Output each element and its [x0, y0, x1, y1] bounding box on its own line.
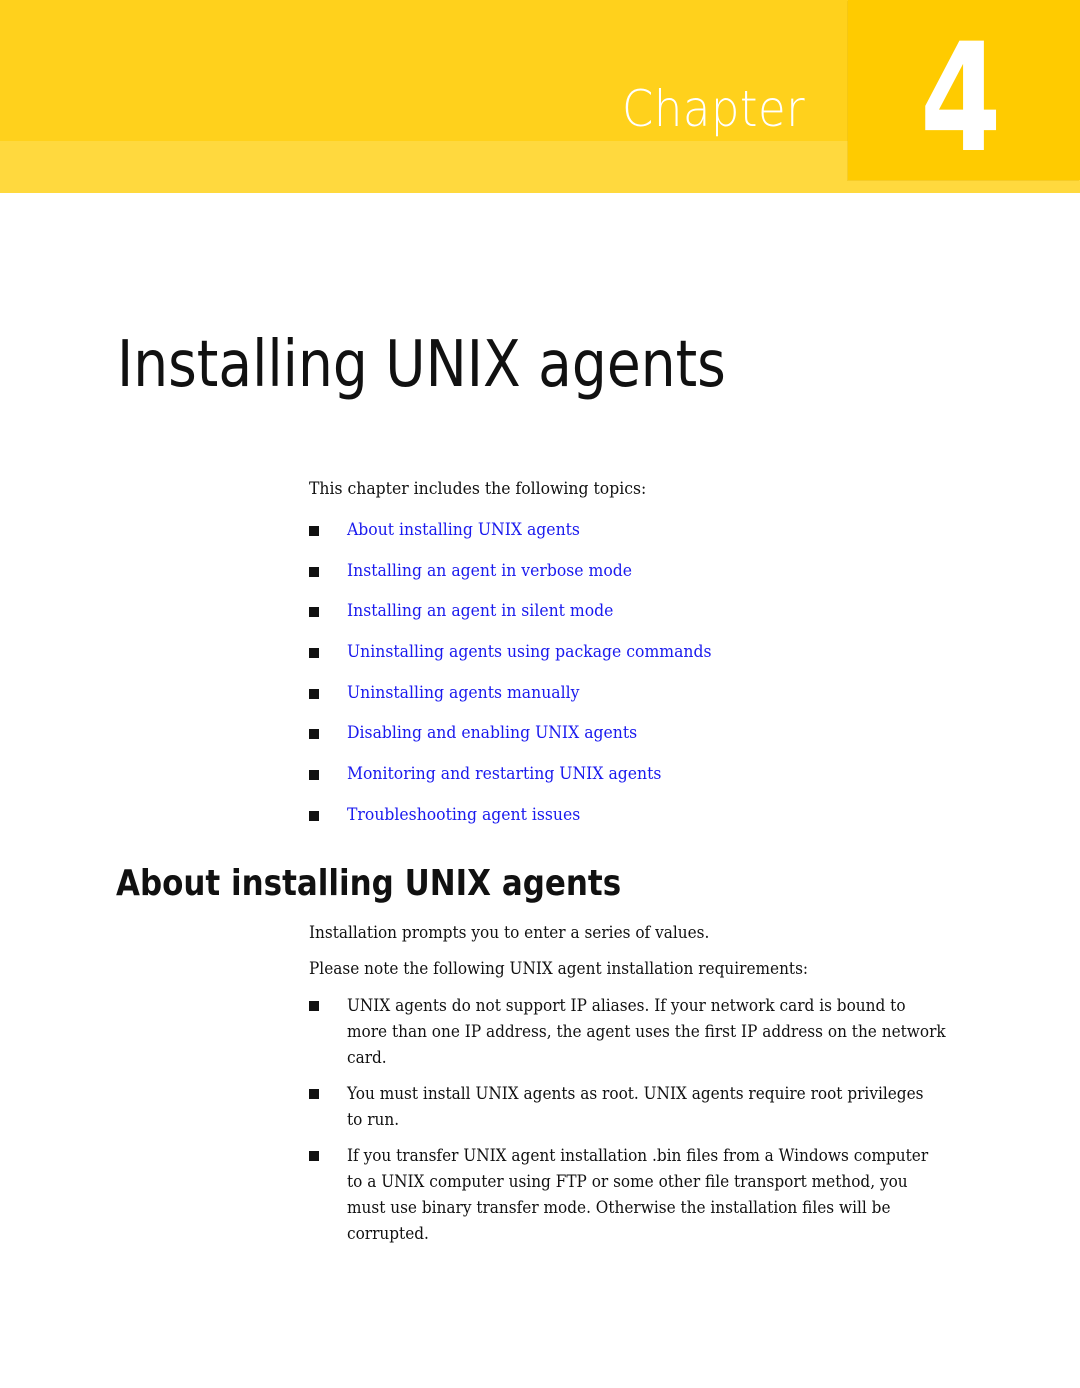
square-bullet-icon — [309, 770, 319, 781]
square-bullet-icon — [309, 1089, 319, 1099]
requirement-line: card. — [347, 1048, 387, 1068]
square-bullet-icon — [309, 607, 319, 618]
topic-item: Uninstalling agents manually — [309, 681, 743, 722]
requirement-line: more than one IP address, the agent uses… — [347, 1022, 946, 1042]
topic-link-about-installing[interactable]: About installing UNIX agents — [347, 518, 580, 542]
topic-item: About installing UNIX agents — [309, 518, 743, 559]
requirement-item: You must install UNIX agents as root. UN… — [309, 1081, 1009, 1133]
page-title: Installing UNIX agents — [117, 328, 726, 402]
section-paragraph: Installation prompts you to enter a seri… — [309, 923, 710, 943]
topic-item: Installing an agent in silent mode — [309, 599, 743, 640]
requirement-line: to run. — [347, 1110, 400, 1130]
requirement-line: to a UNIX computer using FTP or some oth… — [347, 1172, 908, 1192]
requirement-line: You must install UNIX agents as root. UN… — [347, 1084, 924, 1104]
topic-item: Troubleshooting agent issues — [309, 803, 743, 844]
section-paragraph: Please note the following UNIX agent ins… — [309, 959, 809, 979]
topic-link-verbose-mode[interactable]: Installing an agent in verbose mode — [347, 559, 632, 583]
square-bullet-icon — [309, 566, 319, 577]
topic-link-monitor-restart[interactable]: Monitoring and restarting UNIX agents — [347, 762, 661, 786]
intro-text: This chapter includes the following topi… — [309, 479, 647, 499]
topic-link-troubleshooting[interactable]: Troubleshooting agent issues — [347, 803, 580, 827]
requirement-item: UNIX agents do not support IP aliases. I… — [309, 993, 1009, 1071]
square-bullet-icon — [309, 526, 319, 536]
square-bullet-icon — [309, 729, 319, 740]
requirement-text: UNIX agents do not support IP aliases. I… — [347, 993, 946, 1071]
topic-item: Disabling and enabling UNIX agents — [309, 721, 743, 762]
requirement-text: You must install UNIX agents as root. UN… — [347, 1081, 943, 1133]
topic-item: Uninstalling agents using package comman… — [309, 640, 743, 681]
topic-link-silent-mode[interactable]: Installing an agent in silent mode — [347, 599, 613, 623]
chapter-number: 4 — [920, 12, 1002, 186]
topic-link-uninstall-package[interactable]: Uninstalling agents using package comman… — [347, 640, 712, 664]
topic-link-uninstall-manually[interactable]: Uninstalling agents manually — [347, 681, 579, 705]
square-bullet-icon — [309, 1151, 319, 1161]
square-bullet-icon — [309, 1001, 319, 1011]
topic-list: About installing UNIX agents Installing … — [309, 518, 743, 844]
requirement-line: must use binary transfer mode. Otherwise… — [347, 1198, 891, 1218]
square-bullet-icon — [309, 648, 319, 659]
requirement-line: corrupted. — [347, 1224, 429, 1244]
section-heading: About installing UNIX agents — [116, 863, 622, 904]
topic-link-disable-enable[interactable]: Disabling and enabling UNIX agents — [347, 721, 637, 745]
requirement-line: UNIX agents do not support IP aliases. I… — [347, 996, 906, 1016]
square-bullet-icon — [309, 810, 319, 821]
topic-item: Monitoring and restarting UNIX agents — [309, 762, 743, 803]
chapter-label: Chapter — [622, 80, 806, 138]
requirements-list: UNIX agents do not support IP aliases. I… — [309, 993, 1009, 1257]
requirement-text: If you transfer UNIX agent installation … — [347, 1143, 943, 1247]
chapter-banner: Chapter 4 — [0, 0, 1080, 193]
requirement-line: If you transfer UNIX agent installation … — [347, 1146, 929, 1166]
requirement-item: If you transfer UNIX agent installation … — [309, 1143, 1009, 1247]
topic-item: Installing an agent in verbose mode — [309, 559, 743, 600]
square-bullet-icon — [309, 688, 319, 699]
